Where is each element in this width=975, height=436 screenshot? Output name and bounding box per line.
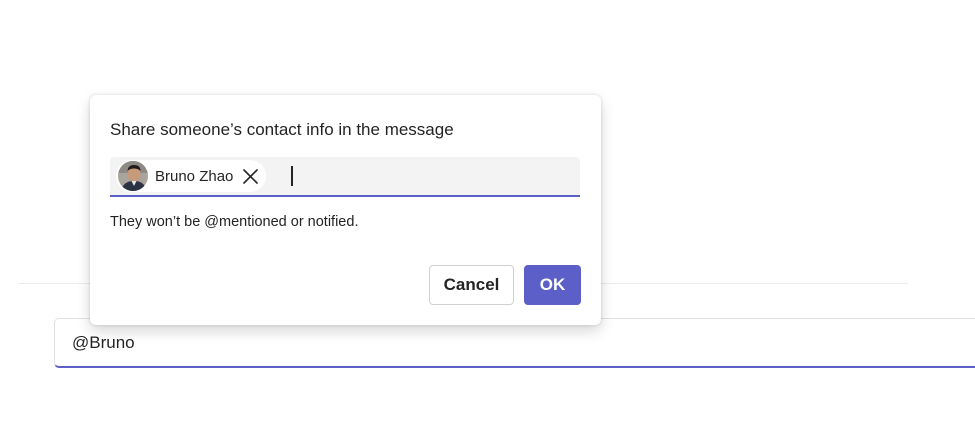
person-photo-icon [118,161,148,191]
dialog-title: Share someone’s contact info in the mess… [110,120,454,139]
share-contact-dialog: Share someone’s contact info in the mess… [90,95,601,325]
text-caret [291,166,293,186]
compose-text: @Bruno [72,333,135,352]
cancel-button[interactable]: Cancel [429,265,514,305]
ok-button[interactable]: OK [524,265,581,305]
people-picker-input[interactable]: Bruno Zhao [110,157,580,197]
person-chip-name: Bruno Zhao [155,168,234,185]
close-icon[interactable] [242,168,259,185]
dialog-note: They won’t be @mentioned or notified. [110,214,359,230]
message-compose-box[interactable]: @Bruno [54,318,975,368]
person-chip[interactable]: Bruno Zhao [116,160,266,192]
